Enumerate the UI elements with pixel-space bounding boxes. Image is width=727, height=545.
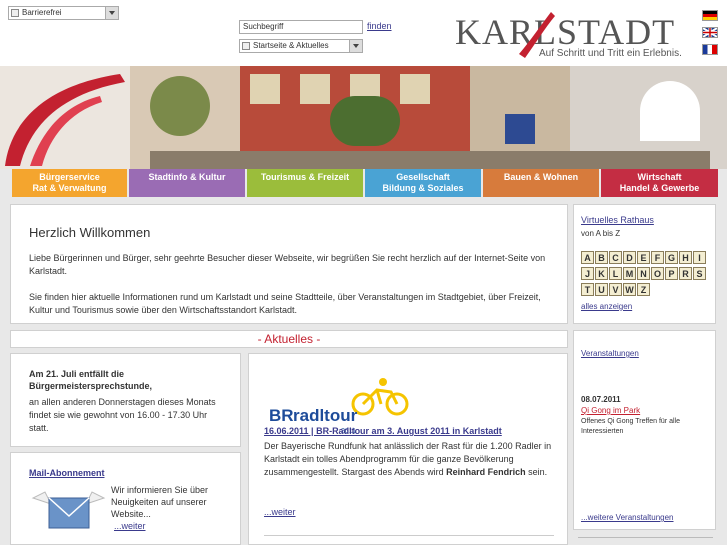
nav-tab-label: Bauen & Wohnen xyxy=(503,172,579,182)
alphabet-letter-n[interactable]: N xyxy=(637,267,650,280)
mail-box: Mail-Abonnement Wir informieren Sie über… xyxy=(10,452,241,545)
notice-text: an allen anderen Donnerstagen dieses Mon… xyxy=(29,397,216,433)
nav-tab-sublabel: Bildung & Soziales xyxy=(382,183,464,193)
alphabet-letter-m[interactable]: M xyxy=(623,267,636,280)
alphabet-letter-e[interactable]: E xyxy=(637,251,650,264)
nav-tab-label: Bürgerservice xyxy=(39,172,100,182)
hero-image xyxy=(0,66,727,169)
nav-tab-wirtschaft[interactable]: Wirtschaft Handel & Gewerbe xyxy=(601,169,718,197)
accessibility-select-value: Barrierefrei xyxy=(22,8,62,17)
find-button[interactable]: finden xyxy=(367,21,392,31)
sidebar-bottom-divider xyxy=(578,537,713,538)
notice-title: Am 21. Juli entfällt die Bürgermeistersp… xyxy=(29,369,153,391)
alphabet-letter-j[interactable]: J xyxy=(581,267,594,280)
nav-tab-buergerservice[interactable]: Bürgerservice Rat & Verwaltung xyxy=(12,169,127,197)
radltour-logo-text: radltour xyxy=(293,406,358,425)
home-icon xyxy=(242,42,250,50)
nav-tab-label: Stadtinfo & Kultur xyxy=(148,172,226,182)
alphabet-letter-r[interactable]: R xyxy=(679,267,692,280)
main-navigation: Bürgerservice Rat & Verwaltung Stadtinfo… xyxy=(0,169,727,197)
quick-nav-select[interactable]: Startseite & Aktuelles xyxy=(239,39,363,53)
alphabet-letter-a[interactable]: A xyxy=(581,251,594,264)
news-text-b: sein. xyxy=(525,467,548,477)
aktuelles-title: - Aktuelles - xyxy=(257,332,321,346)
nav-tab-sublabel: Handel & Gewerbe xyxy=(619,183,700,193)
events-link[interactable]: Veranstaltungen xyxy=(581,349,639,358)
br-logo-text: BR xyxy=(269,406,294,425)
divider xyxy=(264,535,554,536)
chevron-down-icon[interactable] xyxy=(349,40,362,52)
accessibility-icon xyxy=(11,9,19,17)
news-text: Der Bayerische Rundfunk hat anlässlich d… xyxy=(264,440,559,479)
alphabet-letter-v[interactable]: V xyxy=(609,283,622,296)
nav-tab-label: Wirtschaft xyxy=(637,172,682,182)
show-all-link[interactable]: alles anzeigen xyxy=(581,302,632,311)
news-text-bold: Reinhard Fendrich xyxy=(446,467,526,477)
nav-tab-label: Gesellschaft xyxy=(396,172,450,182)
alphabet-letter-h[interactable]: H xyxy=(679,251,692,264)
alphabet-letter-o[interactable]: O xyxy=(651,267,664,280)
nav-tab-tourismus[interactable]: Tourismus & Freizeit xyxy=(247,169,363,197)
cyclist-icon xyxy=(351,378,409,416)
nav-tab-label: Tourismus & Freizeit xyxy=(260,172,350,182)
alphabet-letter-g[interactable]: G xyxy=(665,251,678,264)
mail-more-link[interactable]: ...weiter xyxy=(114,521,146,531)
aktuelles-header: - Aktuelles - xyxy=(10,330,568,348)
chevron-down-icon[interactable] xyxy=(105,7,118,19)
alphabet-letter-d[interactable]: D xyxy=(623,251,636,264)
winged-envelope-icon xyxy=(31,491,106,529)
alphabet-letter-p[interactable]: P xyxy=(665,267,678,280)
alphabet-letter-i[interactable]: I xyxy=(693,251,706,264)
alphabet-letter-c[interactable]: C xyxy=(609,251,622,264)
event-date: 08.07.2011 xyxy=(581,395,621,404)
welcome-paragraph-1: Liebe Bürgerinnen und Bürger, sehr geehr… xyxy=(29,253,546,276)
alphabet-letter-s[interactable]: S xyxy=(693,267,706,280)
logo-ribbon-icon xyxy=(5,74,125,166)
alphabet-letter-f[interactable]: F xyxy=(651,251,664,264)
nav-tab-sublabel: Rat & Verwaltung xyxy=(32,183,107,193)
mail-text: Wir informieren Sie über Neuigkeiten auf… xyxy=(111,485,209,519)
flag-french-icon[interactable] xyxy=(702,44,718,55)
welcome-title: Herzlich Willkommen xyxy=(29,225,151,240)
events-box: Veranstaltungen 08.07.2011 Qi Gong im Pa… xyxy=(573,330,716,530)
more-events-link[interactable]: ...weitere Veranstaltungen xyxy=(581,513,674,522)
notice-box: Am 21. Juli entfällt die Bürgermeistersp… xyxy=(10,353,241,447)
alphabet-grid: ABCDEFGHI JKLMNOPRS TUVWZ xyxy=(581,251,711,301)
alphabet-letter-t[interactable]: T xyxy=(581,283,594,296)
nav-tab-stadtinfo[interactable]: Stadtinfo & Kultur xyxy=(129,169,245,197)
alphabet-letter-k[interactable]: K xyxy=(595,267,608,280)
alphabet-letter-l[interactable]: L xyxy=(609,267,622,280)
nav-tab-bauen[interactable]: Bauen & Wohnen xyxy=(483,169,599,197)
search-input[interactable]: Suchbegriff xyxy=(239,20,363,34)
alphabet-letter-w[interactable]: W xyxy=(623,283,636,296)
welcome-box: Herzlich Willkommen Liebe Bürgerinnen un… xyxy=(10,204,568,324)
news-box: BR radltour 2011 16.06.2011 | BR-Radltou… xyxy=(248,353,568,545)
alphabet-letter-b[interactable]: B xyxy=(595,251,608,264)
rathaus-subtitle: von A bis Z xyxy=(581,229,621,238)
alphabet-letter-u[interactable]: U xyxy=(595,283,608,296)
event-title-link[interactable]: Qi Gong im Park xyxy=(581,406,640,415)
accessibility-select[interactable]: Barrierefrei xyxy=(8,6,119,20)
flag-english-icon[interactable] xyxy=(702,27,718,38)
rathaus-box: Virtuelles Rathaus von A bis Z ABCDEFGHI… xyxy=(573,204,716,324)
nav-tab-gesellschaft[interactable]: Gesellschaft Bildung & Soziales xyxy=(365,169,481,197)
news-more-link[interactable]: ...weiter xyxy=(264,507,296,517)
logo-slogan: Auf Schritt und Tritt ein Erlebnis. xyxy=(539,48,682,59)
welcome-paragraph-2: Sie finden hier aktuelle Informationen r… xyxy=(29,292,541,315)
event-text: Offenes Qi Gong Treffen für alle Interes… xyxy=(581,418,680,435)
karlstadt-logo[interactable]: KARLSTADT Auf Schritt und Tritt ein Erle… xyxy=(455,12,695,62)
news-headline[interactable]: 16.06.2011 | BR-Radltour am 3. August 20… xyxy=(264,426,502,436)
rathaus-link[interactable]: Virtuelles Rathaus xyxy=(581,215,654,225)
mail-subscription-link[interactable]: Mail-Abonnement xyxy=(29,468,105,478)
top-bar: Barrierefrei Suchbegriff finden Startsei… xyxy=(0,0,727,66)
alphabet-letter-z[interactable]: Z xyxy=(637,283,650,296)
quick-nav-select-value: Startseite & Aktuelles xyxy=(253,41,329,50)
flag-german-icon[interactable] xyxy=(702,10,718,21)
